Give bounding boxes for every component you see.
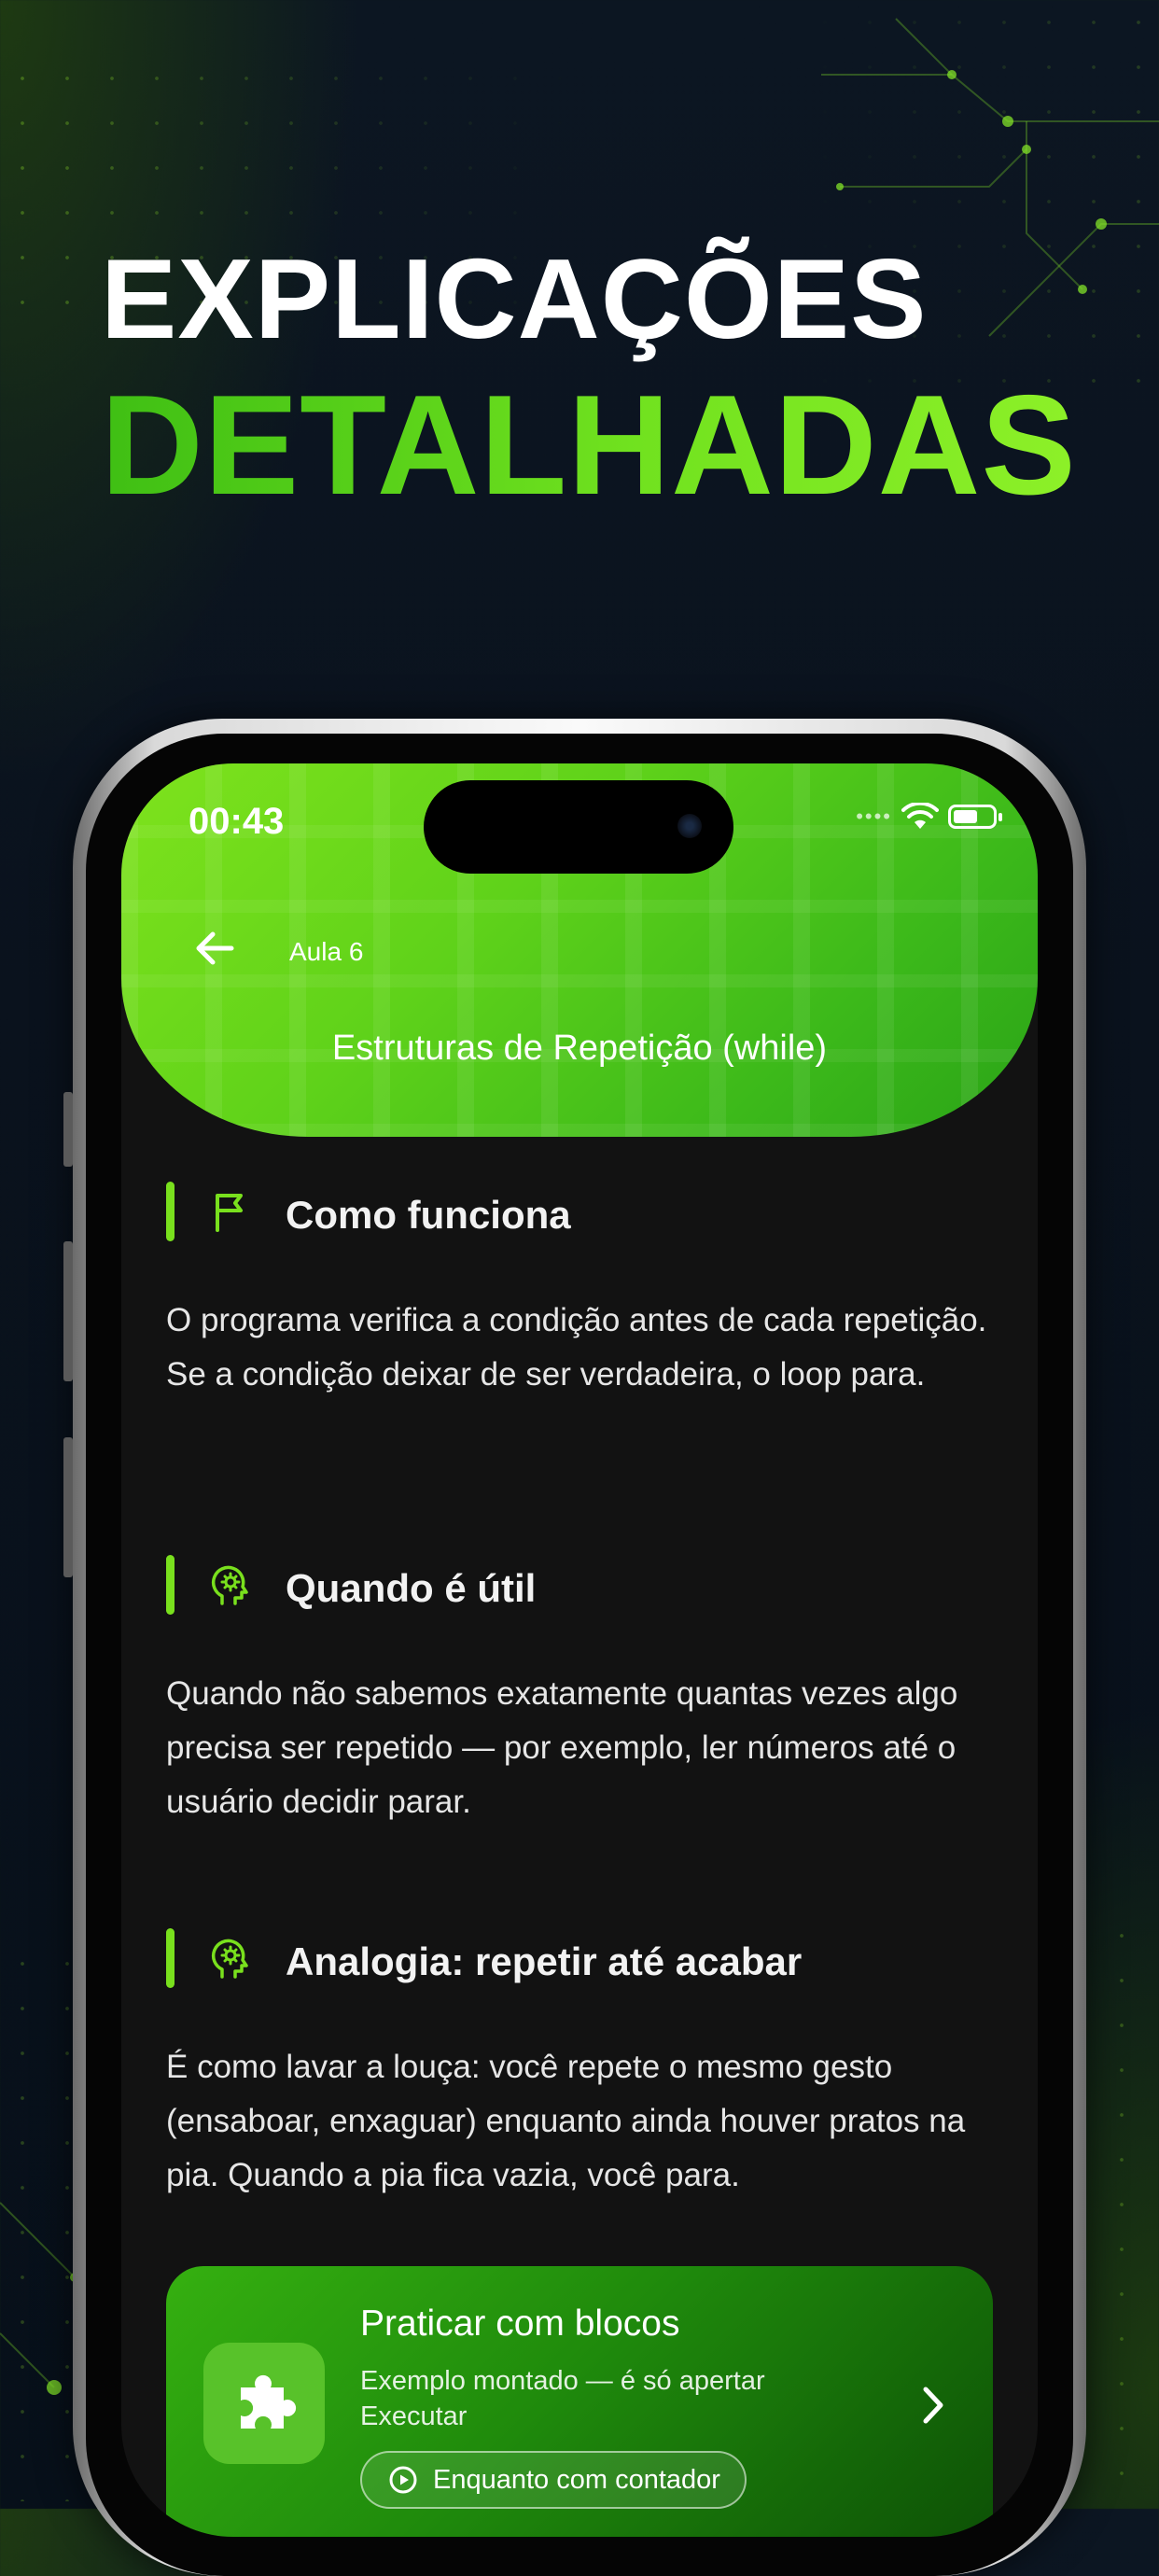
- chevron-right-icon: [923, 2387, 943, 2424]
- phone-side-button: [63, 1092, 73, 1167]
- arrow-left-icon[interactable]: [189, 922, 241, 974]
- section-accent-bar: [166, 1555, 175, 1615]
- phone-volume-up-button: [63, 1241, 73, 1381]
- section-quando-e-util: Quando é útil Quando não sabemos exatame…: [166, 1555, 987, 1829]
- section-title: Analogia: repetir até acabar: [286, 1939, 803, 1983]
- section-accent-bar: [166, 1928, 175, 1988]
- status-time: 00:43: [189, 801, 285, 842]
- section-body: É como lavar a louça: você repete o mesm…: [166, 2049, 966, 2193]
- section-header: Analogia: repetir até acabar: [166, 1928, 987, 1988]
- head-gear-icon: [211, 1939, 248, 1979]
- puzzle-icon: [241, 2374, 297, 2429]
- lesson-title: Estruturas de Repetição (while): [331, 1029, 828, 1068]
- app-screen: 00:43 •••• Aula 6 Estruturas de Repetiçã…: [121, 763, 1038, 2537]
- section-header: Como funciona: [166, 1182, 987, 1241]
- battery-icon: [948, 805, 1002, 829]
- section-header: Quando é útil: [166, 1555, 987, 1615]
- wifi-icon: [901, 803, 939, 829]
- puzzle-icon-container: [203, 2343, 325, 2464]
- lesson-header: 00:43 •••• Aula 6 Estruturas de Repetiçã…: [121, 763, 1038, 1137]
- section-title: Como funciona: [286, 1193, 571, 1237]
- lesson-number: Aula 6: [289, 937, 364, 966]
- practice-card-title: Praticar com blocos: [360, 2303, 680, 2344]
- phone-volume-down-button: [63, 1437, 73, 1577]
- head-gear-icon: [211, 1565, 248, 1605]
- signal-dots-icon: ••••: [856, 805, 892, 828]
- headline-line-2: DETALHADAS: [101, 366, 1077, 525]
- dynamic-island: [424, 780, 733, 874]
- example-chip-label: Enquanto com contador: [433, 2464, 720, 2495]
- headline-line-1: EXPLICAÇÕES: [101, 235, 928, 362]
- status-icons: ••••: [856, 803, 1002, 831]
- section-title: Quando é útil: [286, 1566, 537, 1610]
- section-accent-bar: [166, 1182, 175, 1241]
- section-body: O programa verifica a condição antes de …: [166, 1302, 987, 1393]
- example-chip[interactable]: Enquanto com contador: [360, 2451, 747, 2509]
- section-analogia: Analogia: repetir até acabar É como lava…: [166, 1928, 987, 2203]
- practice-blocks-card[interactable]: Praticar com blocos Exemplo montado — é …: [166, 2266, 993, 2537]
- marketing-headline: EXPLICAÇÕES DETALHADAS: [101, 233, 1077, 525]
- section-body: Quando não sabemos exatamente quantas ve…: [166, 1675, 958, 1820]
- flag-icon: [216, 1194, 243, 1232]
- play-circle-icon: [389, 2466, 417, 2494]
- section-como-funciona: Como funciona O programa verifica a cond…: [166, 1182, 987, 1402]
- front-camera: [677, 814, 702, 838]
- practice-card-subtitle: Exemplo montado — é só apertar Executar: [360, 2366, 765, 2431]
